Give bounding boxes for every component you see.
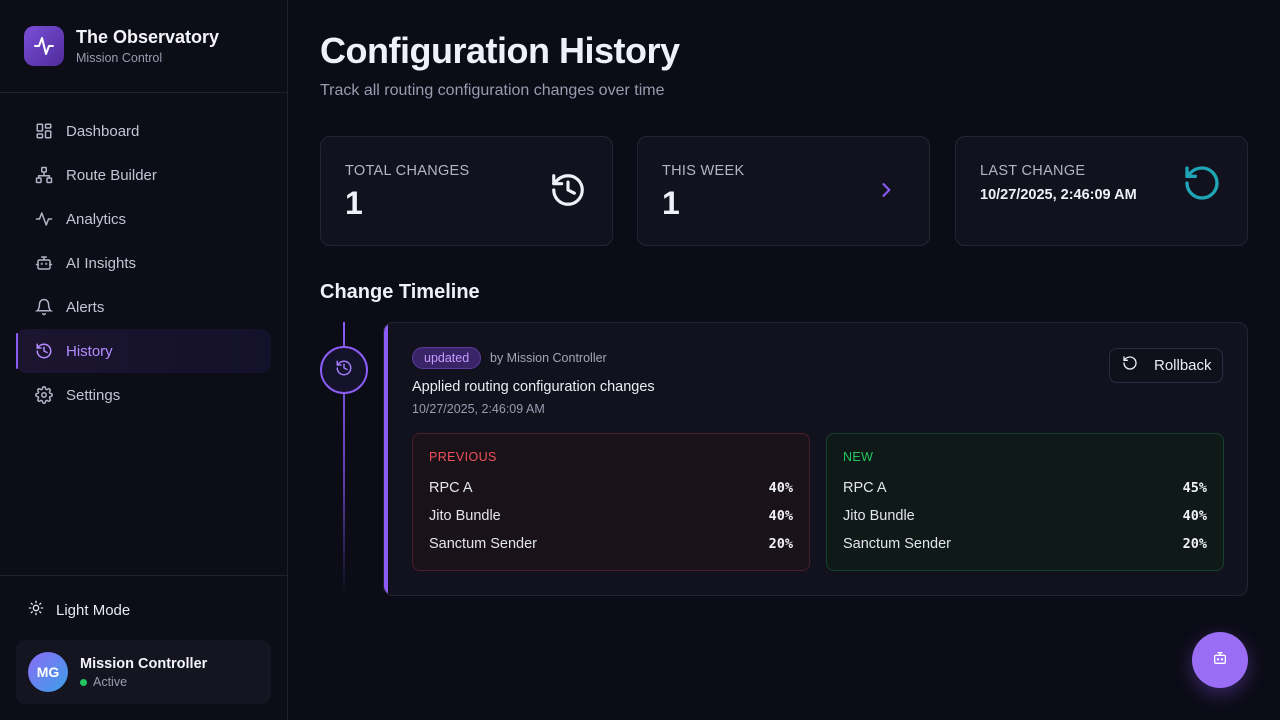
rotate-ccw-icon [1122, 355, 1138, 376]
list-item: Jito Bundle 40% [429, 506, 793, 526]
sidebar-item-label: AI Insights [66, 254, 137, 272]
network-icon [34, 165, 54, 185]
divider [0, 92, 287, 93]
sidebar-item-label: Settings [66, 386, 121, 404]
brand-subtitle: Mission Control [76, 50, 163, 65]
list-item: RPC A 40% [429, 478, 793, 498]
change-timestamp: 10/27/2025, 2:46:09 AM [412, 402, 545, 416]
user-name: Mission Controller [80, 656, 208, 672]
rollback-label: Rollback [1154, 357, 1212, 374]
stat-card-total-changes: TOTAL CHANGES 1 [320, 136, 613, 246]
sidebar-item-label: Alerts [66, 298, 105, 316]
sidebar-nav: Dashboard Route Builder Analytics AI Ins… [16, 109, 271, 417]
change-description: Applied routing configuration changes [412, 379, 655, 395]
route-name: Sanctum Sender [429, 536, 538, 552]
route-name: Jito Bundle [429, 508, 501, 524]
route-weight: 40% [768, 480, 793, 496]
status-dot-icon [80, 678, 87, 686]
activity-icon [24, 26, 64, 66]
route-name: RPC A [429, 480, 473, 496]
route-name: RPC A [843, 480, 887, 496]
theme-toggle[interactable]: Light Mode [28, 598, 130, 622]
sidebar-item-route-builder[interactable]: Route Builder [16, 153, 271, 197]
stat-label: LAST CHANGE [980, 163, 1086, 179]
route-name: Jito Bundle [843, 508, 915, 524]
page-subtitle: Track all routing configuration changes … [320, 82, 665, 99]
activity-icon [34, 209, 54, 229]
change-entry-card: updated by Mission Controller Applied ro… [383, 322, 1248, 596]
previous-config-panel: PREVIOUS RPC A 40% Jito Bundle 40% Sanct… [412, 433, 810, 571]
user-status-label: Active [93, 675, 128, 689]
sidebar-item-label: Route Builder [66, 166, 157, 184]
stat-value: 1 [345, 185, 363, 221]
bell-icon [34, 297, 54, 317]
rollback-button[interactable]: Rollback [1109, 348, 1223, 383]
sidebar-item-label: Dashboard [66, 122, 140, 140]
stat-card-last-change: LAST CHANGE 10/27/2025, 2:46:09 AM [955, 136, 1248, 246]
route-weight: 40% [1182, 508, 1207, 524]
sidebar-item-analytics[interactable]: Analytics [16, 197, 271, 241]
new-config-panel: NEW RPC A 45% Jito Bundle 40% Sanctum Se… [826, 433, 1224, 571]
layout-grid-icon [34, 121, 54, 141]
list-item: RPC A 45% [843, 478, 1207, 498]
section-title: Change Timeline [320, 281, 480, 303]
route-weight: 20% [1182, 536, 1207, 552]
list-item: Sanctum Sender 20% [843, 534, 1207, 554]
history-icon [549, 171, 587, 209]
list-item: Jito Bundle 40% [843, 506, 1207, 526]
panel-title: PREVIOUS [429, 450, 497, 464]
page-title: Configuration History [320, 30, 680, 71]
route-weight: 20% [768, 536, 793, 552]
route-name: Sanctum Sender [843, 536, 952, 552]
stat-label: THIS WEEK [662, 163, 745, 179]
status-badge: updated [412, 347, 482, 369]
sidebar-item-label: History [66, 342, 113, 360]
stat-card-this-week: THIS WEEK 1 [637, 136, 930, 246]
change-author: by Mission Controller [490, 351, 607, 365]
history-icon [34, 341, 54, 361]
stat-value: 1 [662, 185, 680, 221]
theme-toggle-label: Light Mode [56, 601, 131, 619]
ai-assistant-button[interactable] [1192, 632, 1248, 688]
sidebar-item-history[interactable]: History [16, 329, 271, 373]
rotate-ccw-icon [1182, 163, 1222, 203]
avatar: MG [28, 652, 68, 692]
gear-icon [34, 385, 54, 405]
sidebar-item-settings[interactable]: Settings [16, 373, 271, 417]
brand[interactable]: The Observatory Mission Control [24, 25, 219, 67]
user-status: Active [80, 675, 207, 689]
history-icon [335, 359, 353, 382]
sidebar: The Observatory Mission Control Dashboar… [0, 0, 288, 720]
user-card[interactable]: MG Mission Controller Active [16, 640, 271, 704]
bot-icon [1212, 650, 1228, 671]
stat-label: TOTAL CHANGES [345, 163, 470, 179]
bot-icon [34, 253, 54, 273]
sidebar-item-ai-insights[interactable]: AI Insights [16, 241, 271, 285]
panel-title: NEW [843, 450, 874, 464]
route-weight: 40% [768, 508, 793, 524]
chevron-right-icon[interactable] [876, 180, 896, 200]
sidebar-item-alerts[interactable]: Alerts [16, 285, 271, 329]
sidebar-item-dashboard[interactable]: Dashboard [16, 109, 271, 153]
list-item: Sanctum Sender 20% [429, 534, 793, 554]
sun-icon [28, 600, 44, 621]
divider [0, 575, 287, 576]
timeline-marker [320, 346, 368, 394]
route-weight: 45% [1182, 480, 1207, 496]
brand-title: The Observatory [76, 26, 220, 47]
stat-value: 10/27/2025, 2:46:09 AM [980, 187, 1137, 203]
sidebar-item-label: Analytics [66, 210, 127, 228]
